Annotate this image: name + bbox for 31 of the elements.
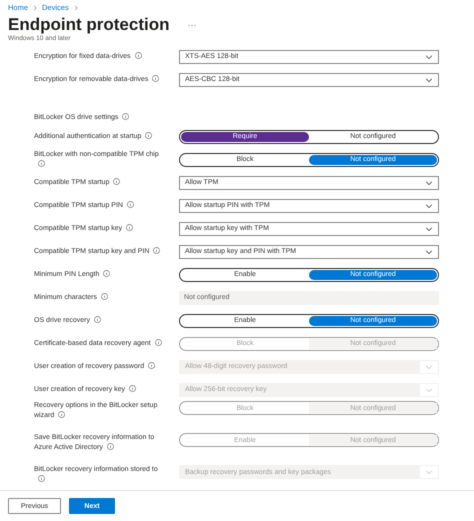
info-icon[interactable] (122, 113, 130, 120)
info-icon[interactable] (58, 411, 66, 418)
info-icon[interactable] (94, 316, 102, 322)
chevron-down-icon (425, 76, 433, 84)
page-title: Endpoint protection (8, 15, 170, 35)
info-icon[interactable] (152, 74, 160, 82)
info-icon[interactable] (126, 200, 134, 208)
info-icon[interactable] (101, 292, 108, 300)
info-icon[interactable] (153, 246, 160, 254)
info-icon[interactable] (154, 338, 162, 346)
info-icon[interactable] (148, 362, 156, 368)
chevron-down-icon (425, 224, 433, 232)
info-icon[interactable] (38, 475, 45, 482)
info-icon[interactable] (113, 178, 120, 184)
info-icon[interactable] (126, 224, 134, 230)
chevron-down-icon (425, 386, 433, 394)
chevron-right-icon (72, 4, 79, 10)
chevron-down-icon (425, 178, 433, 186)
info-icon[interactable] (145, 132, 152, 138)
chevron-down-icon (425, 202, 433, 210)
more-button[interactable]: ··· (185, 20, 198, 30)
chevron-down-icon (425, 362, 433, 370)
info-icon[interactable] (134, 52, 142, 58)
info-icon[interactable] (38, 160, 45, 166)
info-icon[interactable] (106, 443, 114, 450)
chevron-down-icon (425, 468, 433, 476)
chevron-right-icon (32, 4, 38, 10)
chevron-down-icon (425, 248, 433, 256)
info-icon[interactable] (103, 270, 110, 276)
chevron-down-icon (425, 52, 433, 60)
info-icon[interactable] (129, 384, 136, 392)
